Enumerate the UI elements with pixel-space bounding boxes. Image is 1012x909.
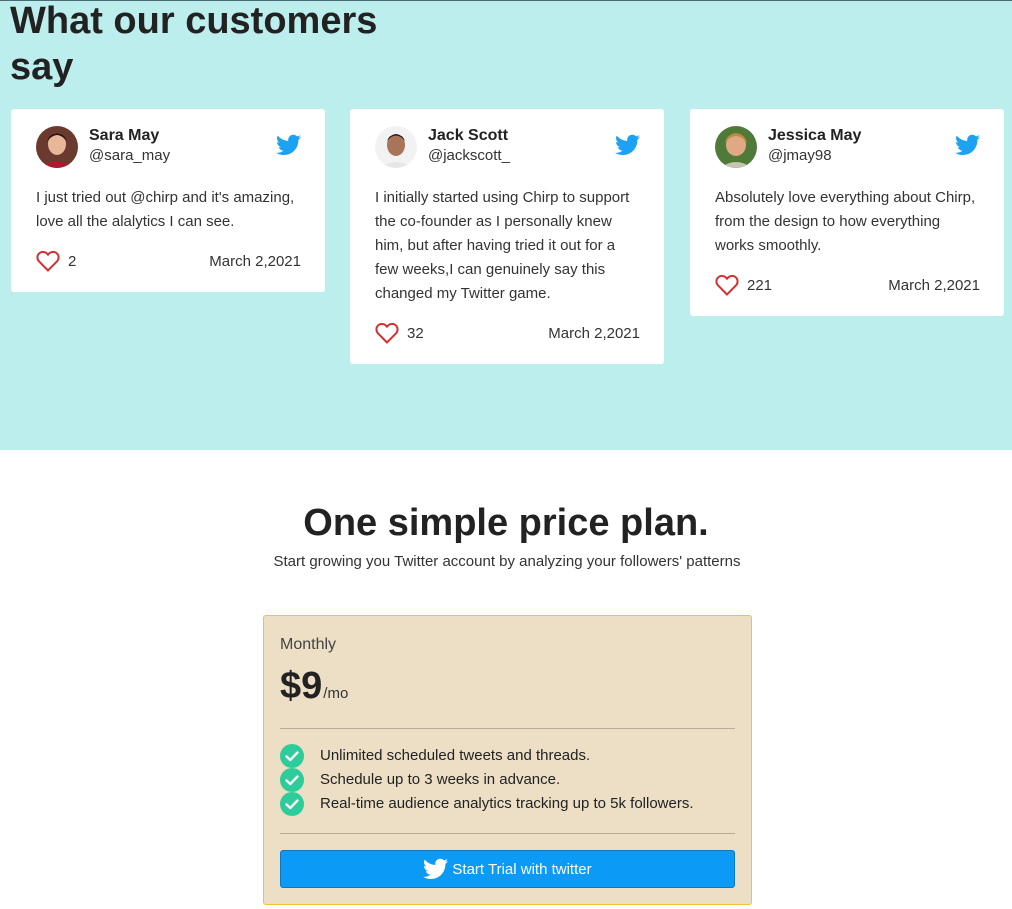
list-item: Real-time audience analytics tracking up… — [280, 792, 694, 816]
author-handle[interactable]: @jackscott_ — [428, 146, 510, 166]
testimonials-section: What our customers say Sara May @sara_ma… — [0, 0, 1012, 450]
price-plan-card: Monthly $9/mo Unlimited scheduled tweets… — [263, 615, 752, 905]
avatar — [375, 126, 417, 168]
twitter-bird-icon[interactable] — [615, 134, 640, 156]
author-handle[interactable]: @sara_may — [89, 146, 170, 166]
testimonial-card: Jack Scott @jackscott_ I initially start… — [350, 109, 664, 364]
divider — [280, 833, 735, 834]
heart-icon[interactable] — [715, 274, 739, 296]
twitter-bird-icon[interactable] — [276, 134, 301, 156]
card-header: Jack Scott @jackscott_ — [375, 126, 640, 168]
testimonial-card: Jessica May @jmay98 Absolutely love ever… — [690, 109, 1004, 316]
testimonials-title: What our customers say — [10, 0, 378, 88]
card-footer: 221 March 2,2021 — [715, 274, 980, 300]
author-handle[interactable]: @jmay98 — [768, 146, 832, 166]
tweet-date: March 2,2021 — [888, 277, 980, 294]
tweet-date: March 2,2021 — [548, 325, 640, 342]
like-count: 2 — [68, 253, 77, 270]
twitter-bird-icon[interactable] — [955, 134, 980, 156]
avatar — [36, 126, 78, 168]
testimonial-quote: Absolutely love everything about Chirp, … — [715, 189, 976, 254]
plan-period: Monthly — [280, 636, 337, 653]
start-trial-button[interactable]: Start Trial with twitter — [280, 850, 735, 888]
check-circle-icon — [280, 768, 304, 792]
twitter-bird-icon — [423, 858, 449, 879]
divider — [280, 728, 735, 729]
author-name: Sara May — [89, 127, 160, 144]
plan-price: $9/mo — [280, 664, 348, 716]
feature-text: Schedule up to 3 weeks in advance. — [320, 771, 561, 788]
feature-list: Unlimited scheduled tweets and threads. … — [280, 744, 694, 816]
author-name: Jessica May — [768, 127, 862, 144]
list-item: Unlimited scheduled tweets and threads. — [280, 744, 694, 768]
feature-text: Real-time audience analytics tracking up… — [320, 795, 694, 812]
pricing-subtitle: Start growing you Twitter account by ana… — [273, 553, 741, 570]
feature-text: Unlimited scheduled tweets and threads. — [320, 747, 591, 764]
start-trial-label: Start Trial with twitter — [452, 860, 592, 878]
price-unit: /mo — [323, 685, 349, 702]
like-count: 221 — [747, 277, 773, 294]
check-circle-icon — [280, 744, 304, 768]
list-item: Schedule up to 3 weeks in advance. — [280, 768, 694, 792]
heart-icon[interactable] — [375, 322, 399, 344]
check-circle-icon — [280, 792, 304, 816]
heart-icon[interactable] — [36, 250, 60, 272]
tweet-date: March 2,2021 — [209, 253, 301, 270]
card-header: Sara May @sara_may — [36, 126, 301, 168]
card-header: Jessica May @jmay98 — [715, 126, 980, 168]
price-amount: $9 — [280, 665, 323, 707]
testimonial-quote: I just tried out @chirp and it's amazing… — [36, 189, 295, 230]
card-footer: 32 March 2,2021 — [375, 322, 640, 348]
testimonial-card: Sara May @sara_may I just tried out @chi… — [11, 109, 325, 292]
like-count: 32 — [407, 325, 424, 342]
testimonial-quote: I initially started using Chirp to suppo… — [375, 189, 630, 302]
avatar — [715, 126, 757, 168]
pricing-title: One simple price plan. — [303, 502, 709, 544]
card-footer: 2 March 2,2021 — [36, 250, 301, 276]
author-name: Jack Scott — [428, 127, 509, 144]
